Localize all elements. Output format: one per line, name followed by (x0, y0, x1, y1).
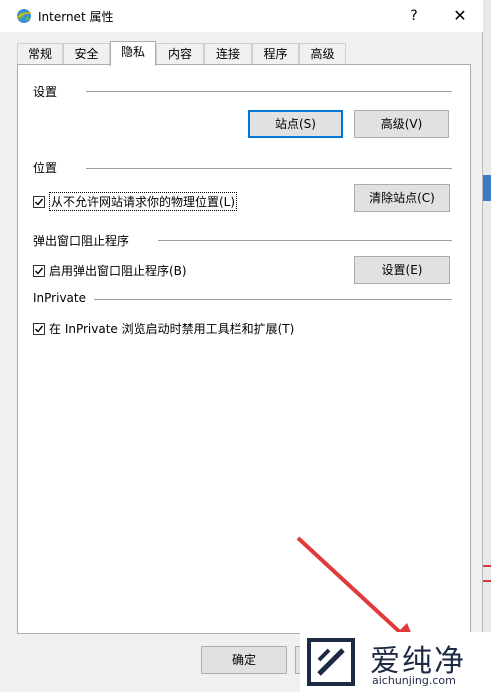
tab-security[interactable]: 安全 (63, 43, 110, 65)
location-checkbox[interactable] (33, 195, 45, 208)
background-window-strip (483, 0, 491, 692)
title-bar[interactable]: Internet 属性 ? ✕ (0, 0, 483, 32)
tab-general[interactable]: 常规 (17, 43, 63, 65)
ok-button[interactable]: 确定 (201, 646, 287, 674)
inprivate-checkbox-row[interactable]: 在 InPrivate 浏览启动时禁用工具栏和扩展(T) (33, 320, 294, 337)
popup-blocker-heading: 弹出窗口阻止程序 (33, 234, 130, 248)
tab-privacy[interactable]: 隐私 (110, 41, 156, 66)
location-checkbox-row[interactable]: 从不允许网站请求你的物理位置(L) (33, 192, 238, 211)
help-button[interactable]: ? (400, 6, 428, 26)
internet-globe-icon (16, 9, 32, 23)
checkmark-icon (35, 325, 44, 333)
section-divider (86, 168, 452, 169)
background-line (483, 565, 491, 567)
inprivate-checkbox[interactable] (33, 322, 45, 335)
close-button[interactable]: ✕ (446, 6, 474, 26)
sites-button[interactable]: 站点(S) (248, 110, 343, 138)
window-title: Internet 属性 (38, 10, 114, 24)
tab-programs[interactable]: 程序 (252, 43, 299, 65)
background-line (483, 580, 491, 582)
popup-blocker-checkbox-label[interactable]: 启用弹出窗口阻止程序(B) (49, 262, 187, 279)
section-divider (158, 240, 452, 241)
popup-blocker-checkbox[interactable] (33, 264, 45, 277)
watermark-url: aichunjing.com (372, 674, 456, 687)
location-heading: 位置 (33, 161, 58, 175)
advanced-button[interactable]: 高级(V) (354, 110, 449, 138)
checkmark-icon (35, 198, 44, 206)
watermark: 爱纯净 aichunjing.com (300, 632, 491, 692)
section-divider (94, 299, 452, 300)
checkmark-icon (35, 267, 44, 275)
background-accent (483, 175, 491, 201)
tab-advanced[interactable]: 高级 (299, 43, 346, 65)
location-checkbox-label[interactable]: 从不允许网站请求你的物理位置(L) (49, 192, 238, 211)
section-divider (86, 91, 452, 92)
inprivate-checkbox-label[interactable]: 在 InPrivate 浏览启动时禁用工具栏和扩展(T) (49, 320, 294, 337)
popup-checkbox-row[interactable]: 启用弹出窗口阻止程序(B) (33, 262, 187, 279)
tab-content[interactable]: 内容 (156, 43, 204, 65)
settings-heading: 设置 (33, 85, 58, 99)
clear-sites-button[interactable]: 清除站点(C) (354, 184, 450, 212)
inprivate-heading: InPrivate (33, 291, 86, 305)
watermark-logo-icon (307, 638, 355, 686)
popup-settings-button[interactable]: 设置(E) (354, 256, 450, 284)
tab-connections[interactable]: 连接 (204, 43, 252, 65)
